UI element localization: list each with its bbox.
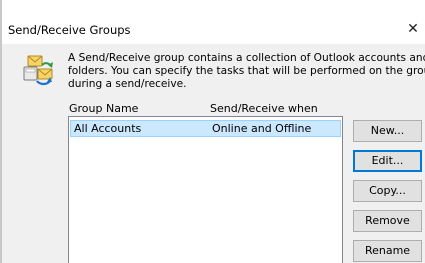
- list-item[interactable]: All Accounts Online and Offline: [70, 120, 341, 137]
- copy-button[interactable]: Copy...: [353, 180, 422, 202]
- rename-button[interactable]: Rename: [353, 240, 422, 262]
- send-receive-groups-dialog: Send/Receive Groups ✕ A Send/Receive gro…: [0, 0, 425, 263]
- group-name-cell: All Accounts: [74, 122, 142, 135]
- description-line: folders. You can specify the tasks that …: [68, 65, 425, 77]
- new-button[interactable]: New...: [353, 120, 422, 142]
- edit-button[interactable]: Edit...: [353, 150, 422, 172]
- close-icon[interactable]: ✕: [402, 19, 424, 39]
- dialog-body: A Send/Receive group contains a collecti…: [2, 44, 425, 263]
- remove-button[interactable]: Remove: [353, 210, 422, 232]
- send-receive-when-cell: Online and Offline: [212, 122, 312, 135]
- send-receive-groups-icon: [23, 55, 53, 86]
- description-line: during a send/receive.: [68, 78, 187, 90]
- title-bar[interactable]: Send/Receive Groups ✕: [2, 0, 425, 44]
- description-text: A Send/Receive group contains a collecti…: [68, 52, 425, 91]
- groups-list[interactable]: All Accounts Online and Offline: [68, 116, 343, 263]
- column-header-send-receive-when[interactable]: Send/Receive when: [210, 102, 318, 115]
- window-title: Send/Receive Groups: [8, 23, 131, 37]
- column-header-group-name[interactable]: Group Name: [69, 102, 138, 115]
- description-line: A Send/Receive group contains a collecti…: [68, 52, 425, 64]
